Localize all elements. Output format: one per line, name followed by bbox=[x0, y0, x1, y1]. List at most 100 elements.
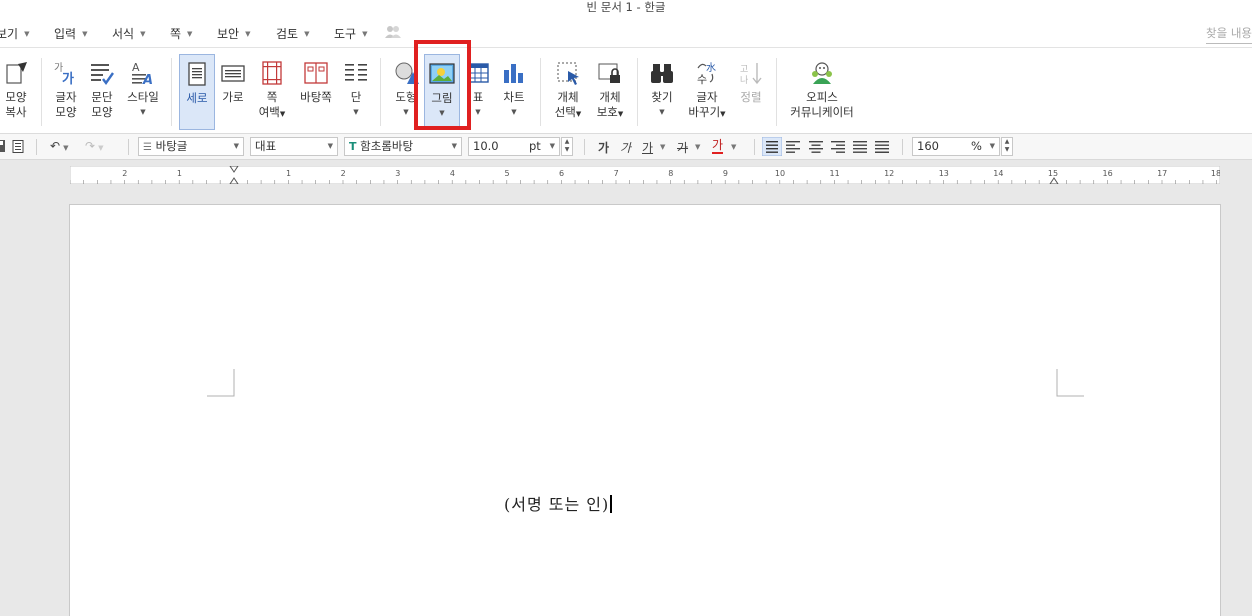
menu-format[interactable]: 서식 ▼ bbox=[112, 25, 145, 42]
horizontal-ruler[interactable]: 2 1 1 2 3 4 5 6 7 8 9 10 11 12 13 14 15 16 17 18 bbox=[70, 166, 1220, 184]
underline-button[interactable]: 가 bbox=[642, 139, 653, 156]
chevron-down-icon: ▼ bbox=[304, 30, 310, 38]
chevron-down-icon: ▼ bbox=[140, 30, 146, 38]
font-color-button[interactable]: 가 bbox=[712, 139, 724, 154]
align-justify-icon[interactable] bbox=[762, 137, 782, 156]
chevron-down-icon: ▼ bbox=[511, 108, 517, 116]
distribute-icon[interactable] bbox=[853, 140, 867, 153]
document-icon[interactable] bbox=[12, 140, 24, 153]
object-protect-button[interactable]: 개체 보호▼ bbox=[592, 54, 628, 130]
align-right-icon[interactable] bbox=[831, 140, 845, 153]
users-icon[interactable] bbox=[385, 25, 401, 39]
office-communicator-button[interactable]: 오피스 커뮤니케이터 bbox=[786, 54, 858, 130]
svg-text:나: 나 bbox=[740, 75, 748, 86]
toolbar-divider bbox=[754, 139, 755, 155]
chevron-down-icon: ▼ bbox=[233, 142, 239, 150]
redo-icon[interactable]: ↷ ▼ bbox=[85, 139, 103, 153]
landscape-button[interactable]: 가로 bbox=[217, 54, 249, 130]
style-select[interactable]: ☰ 바탕글 ▼ bbox=[138, 137, 244, 156]
divide-distribute-icon[interactable] bbox=[875, 140, 889, 153]
font-size-stepper[interactable]: ▲ ▼ bbox=[561, 137, 573, 156]
style-label: 스타일 bbox=[127, 90, 159, 104]
portrait-label: 세로 bbox=[186, 91, 208, 105]
shape-copy-button[interactable]: 모양 복사 bbox=[0, 54, 32, 130]
toolbar-divider bbox=[902, 139, 903, 155]
chart-label: 차트 bbox=[503, 90, 525, 104]
menu-view[interactable]: 보기 ▼ bbox=[0, 25, 29, 42]
undo-icon[interactable]: ↶ ▼ bbox=[50, 139, 68, 153]
shape-copy-label-1: 모양 bbox=[5, 90, 27, 104]
shape-copy-label-2: 복사 bbox=[5, 105, 27, 119]
replace-button[interactable]: 水 수 글자 바꾸기▼ bbox=[686, 54, 728, 130]
svg-text:A: A bbox=[142, 73, 153, 86]
find-button[interactable]: 찾기 ▼ bbox=[646, 54, 678, 130]
search-input[interactable]: 찾을 내용 bbox=[1206, 24, 1252, 44]
ribbon-divider bbox=[776, 58, 777, 126]
align-center-icon[interactable] bbox=[809, 140, 823, 153]
page-margin-label-1: 쪽 bbox=[266, 90, 278, 104]
ribbon-divider bbox=[380, 58, 381, 126]
find-label: 찾기 bbox=[651, 90, 673, 104]
zoom-stepper[interactable]: ▲ ▼ bbox=[1001, 137, 1013, 156]
svg-text:고: 고 bbox=[740, 65, 748, 75]
font-select[interactable]: T 함초롬바탕 ▼ bbox=[344, 137, 462, 156]
replace-label-2: 바꾸기 bbox=[688, 105, 721, 119]
svg-text:수: 수 bbox=[697, 73, 707, 86]
menu-review-label: 검토 bbox=[276, 27, 299, 41]
ruler-label: 9 bbox=[723, 169, 728, 178]
strikethrough-button[interactable]: 가 bbox=[677, 139, 688, 156]
margin-corner-top-right bbox=[1056, 369, 1084, 397]
chart-button[interactable]: 차트 ▼ bbox=[497, 54, 531, 130]
font-size-value: 10.0 bbox=[473, 139, 499, 153]
align-left-icon[interactable] bbox=[786, 140, 800, 153]
object-select-label-1: 개체 bbox=[557, 90, 579, 104]
menu-view-label: 보기 bbox=[0, 27, 19, 41]
para-shape-button[interactable]: 문단 모양 bbox=[86, 54, 118, 130]
char-shape-button[interactable]: 가 가 글자 모양 bbox=[50, 54, 82, 130]
menu-bar: 보기 ▼ 입력 ▼ 서식 ▼ 쪽 ▼ 보안 ▼ 검토 ▼ 도구 ▼ 찾을 내용 bbox=[0, 18, 1252, 48]
menu-insert[interactable]: 입력 ▼ bbox=[54, 25, 87, 42]
chevron-down-icon[interactable]: ▼ bbox=[660, 143, 665, 151]
zoom-select[interactable]: 160 % ▼ bbox=[912, 137, 1000, 156]
menu-security[interactable]: 보안 ▼ bbox=[217, 25, 250, 42]
chevron-down-icon[interactable]: ▼ bbox=[695, 143, 700, 151]
portrait-page-icon bbox=[188, 62, 206, 86]
document-text[interactable]: (서명 또는 인) bbox=[504, 491, 613, 515]
para-shape-label-1: 문단 bbox=[91, 90, 113, 104]
chevron-down-icon: ▼ bbox=[140, 108, 146, 116]
portrait-button[interactable]: 세로 bbox=[179, 54, 215, 130]
chevron-down-icon: ▼ bbox=[451, 142, 457, 150]
columns-label: 단 bbox=[350, 90, 362, 104]
chevron-down-icon: ▼ bbox=[187, 30, 193, 38]
object-select-button[interactable]: 개체 선택▼ bbox=[550, 54, 586, 130]
bold-button[interactable]: 가 bbox=[598, 139, 609, 156]
menu-page[interactable]: 쪽 ▼ bbox=[170, 25, 192, 42]
ribbon-divider bbox=[637, 58, 638, 126]
page-margin-button[interactable]: 쪽 여백▼ bbox=[254, 54, 290, 130]
ruler-label: 5 bbox=[504, 169, 509, 178]
master-page-label: 바탕쪽 bbox=[300, 90, 332, 104]
italic-button[interactable]: 가 bbox=[620, 139, 631, 156]
ruler-label: 1 bbox=[286, 169, 291, 178]
style-button[interactable]: A A 스타일 ▼ bbox=[123, 54, 163, 130]
language-select[interactable]: 대표 ▼ bbox=[250, 137, 338, 156]
sort-button[interactable]: 고 나 정렬 bbox=[735, 54, 767, 130]
document-page[interactable]: (서명 또는 인) bbox=[69, 204, 1221, 616]
replace-icon: 水 수 bbox=[697, 62, 716, 86]
ribbon-divider bbox=[171, 58, 172, 126]
menu-security-label: 보안 bbox=[217, 27, 240, 41]
chevron-down-icon: ▼ bbox=[327, 142, 333, 150]
master-page-button[interactable]: 바탕쪽 bbox=[296, 54, 336, 130]
margin-corner-top-left bbox=[207, 369, 235, 397]
columns-button[interactable]: 단 ▼ bbox=[341, 54, 371, 130]
chevron-down-icon: ▼ bbox=[353, 108, 359, 116]
save-icon[interactable] bbox=[0, 140, 6, 153]
char-shape-icon: 가 가 bbox=[54, 62, 74, 86]
sort-icon: 고 나 bbox=[740, 63, 762, 86]
chevron-down-icon: ▼ bbox=[659, 108, 665, 116]
chevron-down-icon[interactable]: ▼ bbox=[731, 143, 736, 151]
font-size-select[interactable]: 10.0 pt ▼ bbox=[468, 137, 560, 156]
menu-tools[interactable]: 도구 ▼ bbox=[334, 25, 367, 42]
columns-icon bbox=[345, 64, 367, 81]
menu-review[interactable]: 검토 ▼ bbox=[276, 25, 309, 42]
